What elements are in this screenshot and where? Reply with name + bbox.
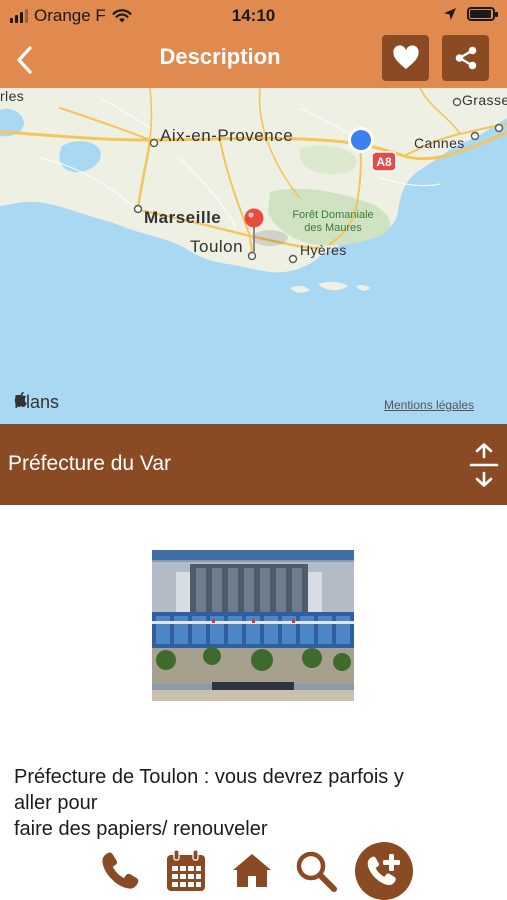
status-time: 14:10 <box>231 6 276 25</box>
map-label-grasse: Grasse <box>462 92 507 108</box>
place-photo <box>152 550 354 701</box>
map-label-forest-line1: Forêt Domaniale <box>292 209 374 221</box>
calendar-button[interactable] <box>162 846 210 896</box>
map-label-cannes: Cannes <box>414 135 465 151</box>
map-label-toulon: Toulon <box>190 237 244 256</box>
status-bar: Orange F 14:10 <box>0 0 507 32</box>
home-button[interactable] <box>228 846 276 896</box>
map-label-arles: rles <box>0 88 25 104</box>
bottom-toolbar <box>0 842 507 900</box>
nav-bar: Description <box>0 32 507 88</box>
search-button[interactable] <box>292 846 340 896</box>
place-name: Préfecture du Var <box>8 452 172 475</box>
favorite-button[interactable] <box>382 35 429 81</box>
map-view[interactable]: A8 rles Grasse Aix-en-Provence Cannes Ma… <box>0 88 507 424</box>
apple-logo-icon <box>14 392 27 407</box>
share-button[interactable] <box>442 35 489 81</box>
page-title: Description <box>159 44 281 69</box>
building-photo <box>152 550 354 701</box>
description-line-1: Préfecture de Toulon : vous devrez parfo… <box>14 766 404 788</box>
svg-text:A8: A8 <box>376 155 392 169</box>
map-label-forest: Forêt Domaniale des Maures <box>282 209 384 235</box>
add-call-button[interactable] <box>355 842 413 900</box>
phone-icon <box>102 852 139 889</box>
status-right <box>443 7 498 21</box>
description-line-3: faire des papiers/ renouveler <box>14 818 268 840</box>
calendar-icon <box>167 849 205 891</box>
map-label-hyeres: Hyères <box>300 242 347 258</box>
legal-notice-link[interactable]: Mentions légales <box>384 398 474 412</box>
call-button[interactable] <box>96 846 144 896</box>
map-label-aix: Aix-en-Provence <box>160 126 294 145</box>
map-attribution: Plans <box>14 392 59 413</box>
search-icon <box>296 851 337 892</box>
battery-fill <box>470 10 491 18</box>
battery-icon <box>467 7 498 21</box>
place-description: Préfecture de Toulon : vous devrez parfo… <box>14 764 494 842</box>
place-header: Préfecture du Var <box>0 424 507 505</box>
expand-vertical-icon <box>469 443 499 487</box>
share-icon <box>455 46 476 70</box>
map-label-forest-line2: des Maures <box>304 222 362 234</box>
location-arrow-icon <box>444 8 456 20</box>
description-line-2: aller pour <box>14 792 98 814</box>
home-icon <box>233 854 271 887</box>
expand-toggle-button[interactable] <box>462 440 506 490</box>
heart-icon <box>392 45 419 69</box>
add-call-icon <box>367 854 400 885</box>
map-label-marseille: Marseille <box>144 208 222 227</box>
